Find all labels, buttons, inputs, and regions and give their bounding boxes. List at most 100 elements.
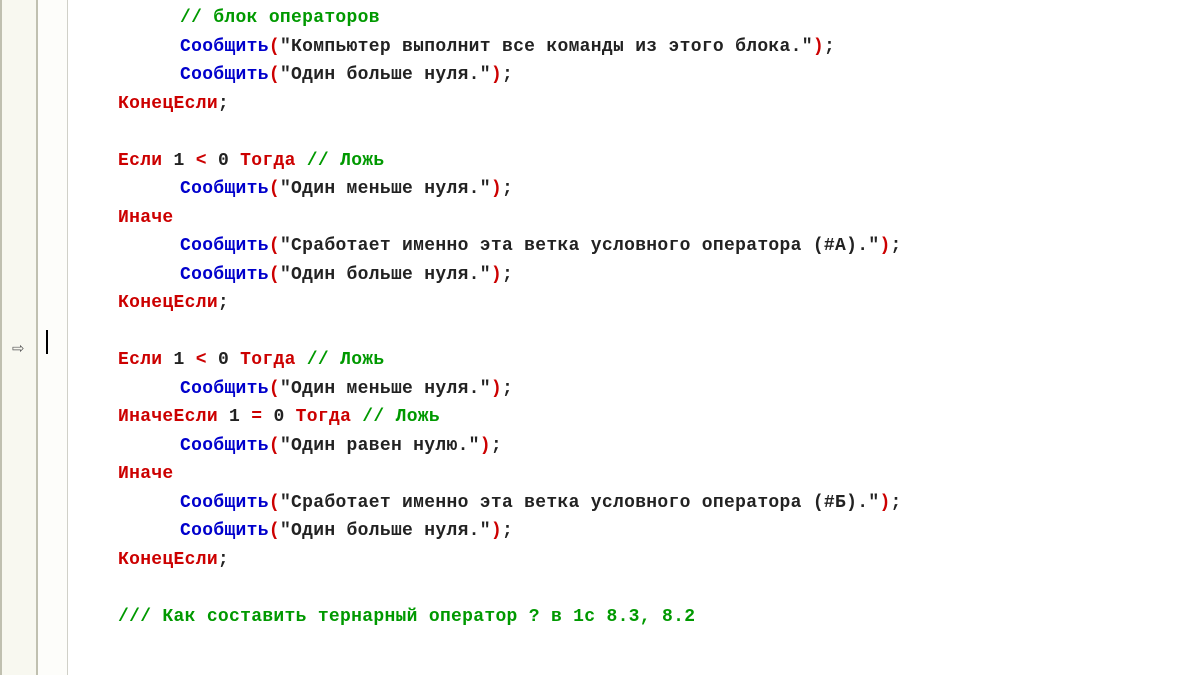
code-line[interactable]: ИначеЕсли 1 = 0 Тогда // Ложь <box>80 403 1200 432</box>
code-token: ( <box>269 265 280 285</box>
code-token: ; <box>824 37 835 57</box>
code-token: 1 <box>218 407 251 427</box>
code-line[interactable]: Иначе <box>80 204 1200 233</box>
code-token <box>296 350 307 370</box>
code-token: ИначеЕсли <box>118 407 218 427</box>
code-token: Если <box>118 350 162 370</box>
code-token: Тогда <box>240 350 296 370</box>
code-token <box>296 151 307 171</box>
code-line[interactable]: Сообщить("Сработает именно эта ветка усл… <box>80 489 1200 518</box>
code-token: ( <box>269 37 280 57</box>
code-token: "Один меньше нуля." <box>280 179 491 199</box>
code-token: = <box>251 407 262 427</box>
code-token: КонецЕсли <box>118 293 218 313</box>
code-token: ) <box>480 436 491 456</box>
code-token: 1 <box>162 151 195 171</box>
code-line[interactable]: КонецЕсли; <box>80 289 1200 318</box>
code-token: "Один больше нуля." <box>280 65 491 85</box>
code-token: // Ложь <box>362 407 440 427</box>
code-token: 0 <box>207 151 240 171</box>
code-token: ) <box>813 37 824 57</box>
code-token: ( <box>269 379 280 399</box>
code-token: "Один равен нулю." <box>280 436 480 456</box>
code-token: "Один больше нуля." <box>280 521 491 541</box>
code-token: "Один меньше нуля." <box>280 379 491 399</box>
code-token: ) <box>491 65 502 85</box>
code-token: Если <box>118 151 162 171</box>
code-token: "Один больше нуля." <box>280 265 491 285</box>
code-line[interactable]: КонецЕсли; <box>80 546 1200 575</box>
code-line[interactable]: Если 1 < 0 Тогда // Ложь <box>80 346 1200 375</box>
code-token: Сообщить <box>180 236 269 256</box>
code-token: Сообщить <box>180 493 269 513</box>
code-token: ; <box>218 550 229 570</box>
code-line[interactable] <box>80 118 1200 147</box>
code-token: ; <box>502 521 513 541</box>
code-token: Сообщить <box>180 265 269 285</box>
code-token: ) <box>491 521 502 541</box>
code-token: < <box>196 350 207 370</box>
editor-gutter: ⇨ <box>0 0 38 675</box>
code-token: // блок операторов <box>180 8 380 28</box>
code-token: Сообщить <box>180 179 269 199</box>
code-token: "Компьютер выполнит все команды из этого… <box>280 37 813 57</box>
code-token: ; <box>502 379 513 399</box>
code-token: // Ложь <box>307 151 385 171</box>
code-token: ( <box>269 179 280 199</box>
code-token: ; <box>502 265 513 285</box>
code-token: < <box>196 151 207 171</box>
code-line[interactable]: Сообщить("Компьютер выполнит все команды… <box>80 33 1200 62</box>
code-token: ; <box>891 493 902 513</box>
code-line[interactable]: Сообщить("Один больше нуля."); <box>80 517 1200 546</box>
code-token: ; <box>891 236 902 256</box>
code-token: ; <box>502 65 513 85</box>
code-token: ; <box>502 179 513 199</box>
code-line[interactable] <box>80 318 1200 347</box>
code-line[interactable]: // блок операторов <box>80 4 1200 33</box>
code-token: ; <box>491 436 502 456</box>
code-token: "Сработает именно эта ветка условного оп… <box>280 236 880 256</box>
code-token: ( <box>269 493 280 513</box>
code-line[interactable] <box>80 574 1200 603</box>
code-token: Тогда <box>240 151 296 171</box>
code-token: Иначе <box>118 464 174 484</box>
code-line[interactable]: Если 1 < 0 Тогда // Ложь <box>80 147 1200 176</box>
code-token: ; <box>218 293 229 313</box>
code-token <box>351 407 362 427</box>
code-token: ( <box>269 236 280 256</box>
code-token: Сообщить <box>180 521 269 541</box>
breakpoint-marker-icon[interactable]: ⇨ <box>12 335 24 361</box>
code-token: ( <box>269 521 280 541</box>
code-token: Сообщить <box>180 65 269 85</box>
code-line[interactable]: КонецЕсли; <box>80 90 1200 119</box>
code-token: Сообщить <box>180 436 269 456</box>
editor-margin <box>38 0 68 675</box>
code-token: Иначе <box>118 208 174 228</box>
code-token: ) <box>491 265 502 285</box>
code-token: ) <box>491 379 502 399</box>
code-token: 0 <box>262 407 295 427</box>
code-token: // Ложь <box>307 350 385 370</box>
text-cursor <box>46 330 48 354</box>
code-token: Сообщить <box>180 37 269 57</box>
code-line[interactable]: Сообщить("Сработает именно эта ветка усл… <box>80 232 1200 261</box>
code-token: ) <box>491 179 502 199</box>
code-content[interactable]: // блок операторовСообщить("Компьютер вы… <box>68 0 1200 675</box>
code-token: ( <box>269 436 280 456</box>
code-line[interactable]: /// Как составить тернарный оператор ? в… <box>80 603 1200 632</box>
code-line[interactable]: Сообщить("Один больше нуля."); <box>80 61 1200 90</box>
code-line[interactable]: Иначе <box>80 460 1200 489</box>
code-editor[interactable]: ⇨ // блок операторовСообщить("Компьютер … <box>0 0 1200 675</box>
code-token: 0 <box>207 350 240 370</box>
code-token: ; <box>218 94 229 114</box>
code-token: ) <box>879 236 890 256</box>
code-token: "Сработает именно эта ветка условного оп… <box>280 493 880 513</box>
code-token: КонецЕсли <box>118 94 218 114</box>
code-line[interactable]: Сообщить("Один меньше нуля."); <box>80 375 1200 404</box>
code-token: Сообщить <box>180 379 269 399</box>
code-line[interactable]: Сообщить("Один больше нуля."); <box>80 261 1200 290</box>
code-token: КонецЕсли <box>118 550 218 570</box>
code-token: Тогда <box>296 407 352 427</box>
code-line[interactable]: Сообщить("Один меньше нуля."); <box>80 175 1200 204</box>
code-line[interactable]: Сообщить("Один равен нулю."); <box>80 432 1200 461</box>
